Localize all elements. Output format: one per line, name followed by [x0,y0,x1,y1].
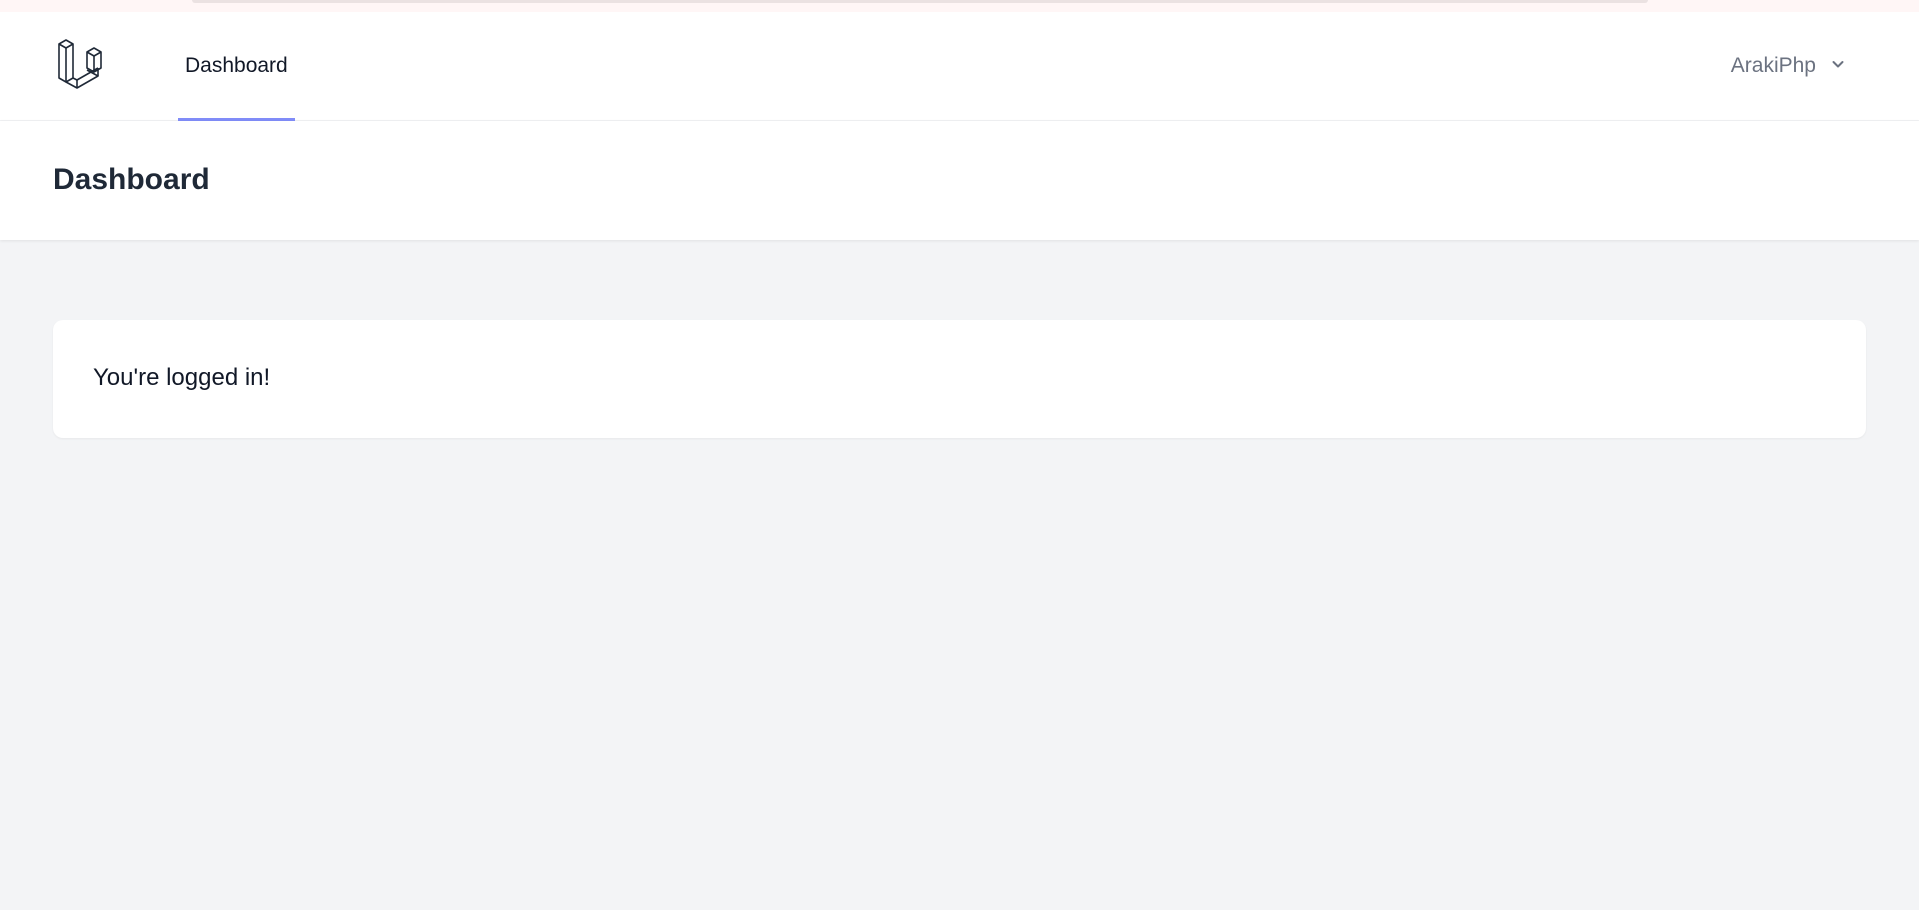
top-navigation: Dashboard ArakiPhp [0,12,1919,121]
user-dropdown[interactable]: ArakiPhp [1731,12,1846,120]
top-banner-pill [192,0,1648,3]
user-name: ArakiPhp [1730,54,1816,77]
laravel-logo-icon[interactable] [56,38,113,92]
page-title: Dashboard [53,163,210,196]
page-header: Dashboard [0,121,1919,240]
nav-link-label: Dashboard [185,54,288,77]
nav-link-dashboard[interactable]: Dashboard [178,12,295,121]
chevron-down-icon [1830,54,1846,78]
status-card: You're logged in! [53,320,1866,438]
logged-in-message: You're logged in! [93,364,271,391]
